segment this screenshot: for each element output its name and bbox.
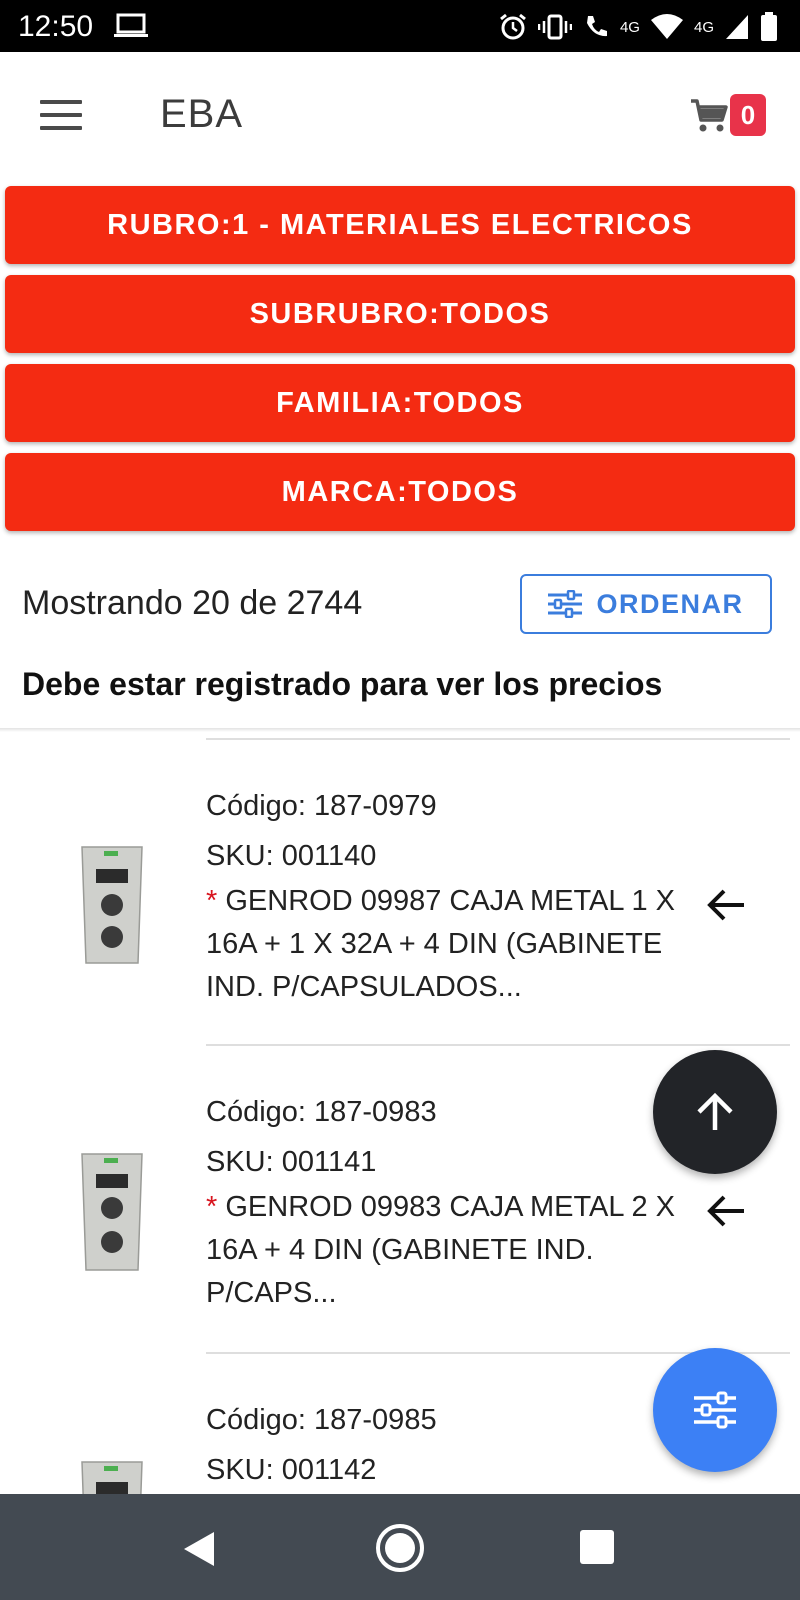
product-sku: SKU: 001141 [206,1146,377,1178]
product-code: Código: 187-0985 [206,1404,437,1436]
wifi-icon [650,14,683,39]
list-divider [206,738,790,740]
product-image [81,1153,143,1271]
filter-subrubro-button[interactable]: SUBRUBRO:TODOS [5,275,795,353]
cart-icon [691,99,728,132]
network-type-label-2: 4G [693,18,714,36]
scroll-top-button[interactable] [653,1050,777,1174]
vibrate-icon [537,14,572,40]
filter-fab-button[interactable] [653,1348,777,1472]
required-star: * [206,885,218,917]
filter-familia-button[interactable]: FAMILIA:TODOS [5,364,795,442]
arrow-up-icon [697,1092,733,1130]
network-type-label: 4G [619,18,640,36]
results-count: Mostrando 20 de 2744 [22,584,363,622]
menu-icon[interactable] [40,100,84,130]
cart-button[interactable]: 0 [690,94,770,140]
login-notice: Debe estar registrado para ver los preci… [22,666,663,702]
order-button-label: ORDENAR [596,588,744,619]
sliders-icon [548,590,583,618]
product-description: * GENROD 09983 CAJA METAL 2 X 16A + 4 DI… [206,1191,676,1309]
sliders-icon [694,1391,736,1429]
arrow-left-icon[interactable] [706,1194,746,1228]
system-nav-bar [0,1494,800,1600]
home-icon[interactable] [374,1522,426,1574]
filter-marca-button[interactable]: MARCA:TODOS [5,453,795,531]
status-time: 12:50 [18,10,94,43]
product-sku: SKU: 001142 [206,1454,377,1486]
list-divider [206,1044,790,1046]
back-icon[interactable] [182,1530,216,1568]
product-code: Código: 187-0979 [206,790,437,822]
status-bar: 12:50 4G 4G [0,0,800,52]
cart-count-badge: 0 [730,94,766,136]
required-star: * [206,1191,218,1223]
wifi-call-icon [586,16,607,37]
alarm-icon [500,13,526,40]
app-title: EBA [160,92,244,136]
product-code: Código: 187-0983 [206,1096,437,1128]
product-description: * GENROD 09987 CAJA METAL 1 X 16A + 1 X … [206,885,676,1003]
battery-icon [761,12,777,41]
product-sku: SKU: 001140 [206,840,377,872]
header-shadow [0,728,800,732]
recent-apps-icon[interactable] [580,1530,614,1564]
filter-rubro-button[interactable]: RUBRO:1 - MATERIALES ELECTRICOS [5,186,795,264]
product-image [81,846,143,964]
laptop-icon [114,13,148,37]
signal-icon [726,15,748,39]
order-button[interactable]: ORDENAR [520,574,772,634]
arrow-left-icon[interactable] [706,888,746,922]
status-icons: 4G 4G [498,10,778,44]
app-bar: EBA 0 [0,52,800,180]
